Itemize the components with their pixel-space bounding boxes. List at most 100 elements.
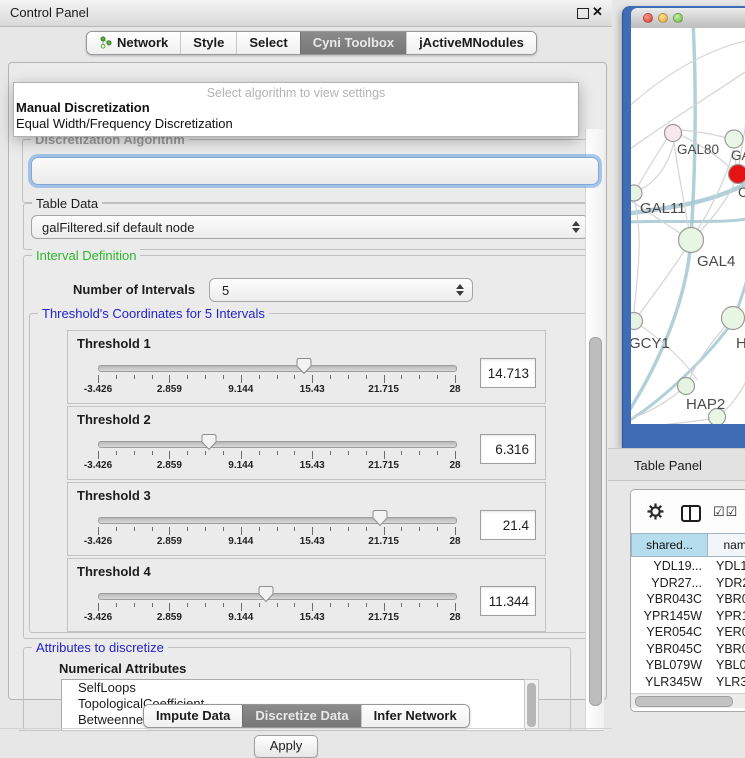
- network-node[interactable]: [725, 130, 743, 148]
- attribute-item-selfloops[interactable]: SelfLoops: [62, 680, 525, 696]
- tab-infer-network[interactable]: Infer Network: [361, 705, 469, 727]
- slider-ticks: [98, 451, 455, 460]
- panel-scrollbar-thumb[interactable]: [589, 337, 602, 706]
- tab-discretize-data[interactable]: Discretize Data: [242, 705, 360, 727]
- viewport-divider: [19, 730, 604, 731]
- cell-name[interactable]: YBR045C: [708, 641, 745, 658]
- network-node[interactable]: [678, 378, 695, 395]
- threshold-value-field[interactable]: 11.344: [480, 586, 536, 616]
- table-hscrollbar[interactable]: [631, 693, 745, 708]
- number-of-intervals-combobox[interactable]: 5: [209, 278, 473, 302]
- cell-name[interactable]: YPR145W: [708, 608, 745, 625]
- panel-bottom-edge: [0, 728, 612, 729]
- table-data-title: Table Data: [32, 196, 102, 211]
- cell-shared-name[interactable]: YBL079W: [631, 657, 708, 674]
- cell-name[interactable]: YBR043C: [708, 591, 745, 608]
- apply-button[interactable]: Apply: [254, 735, 318, 758]
- node-label-gal4: GAL4: [697, 253, 735, 270]
- algorithm-combobox[interactable]: [31, 157, 599, 185]
- cell-shared-name[interactable]: YDL19...: [631, 558, 708, 575]
- tab-label: Style: [193, 35, 224, 50]
- slider-track[interactable]: [98, 365, 457, 372]
- network-edge: [634, 135, 669, 194]
- tab-select[interactable]: Select: [236, 32, 299, 54]
- minimize-traffic-light[interactable]: [658, 13, 668, 23]
- table-row[interactable]: YDR27...YDR27: [631, 575, 745, 592]
- cell-name[interactable]: YLR345W: [708, 674, 745, 691]
- gear-icon[interactable]: [647, 503, 664, 523]
- algorithm-option-manual[interactable]: Manual Discretization: [14, 100, 578, 116]
- table-row[interactable]: YBR043CYBR043C: [631, 591, 745, 608]
- cell-shared-name[interactable]: YPR145W: [631, 608, 708, 625]
- combo-stepper-icon: [456, 284, 464, 296]
- cell-shared-name[interactable]: YBR043C: [631, 591, 708, 608]
- cell-name[interactable]: YDL19: [708, 558, 745, 575]
- select-columns-icon[interactable]: ☑☑: [713, 504, 738, 520]
- table-row[interactable]: YLR345WYLR345W: [631, 674, 745, 691]
- node-table: ☑☑ shared... name YDL19...YDL19YDR27...Y…: [630, 489, 745, 712]
- threshold-value-field[interactable]: 21.4: [480, 510, 536, 540]
- cell-name[interactable]: YDR27: [708, 575, 745, 592]
- zoom-traffic-light[interactable]: [673, 13, 683, 23]
- table-row[interactable]: YPR145WYPR145W: [631, 608, 745, 625]
- network-node[interactable]: [665, 125, 682, 142]
- close-traffic-light[interactable]: [643, 13, 653, 23]
- table-row[interactable]: YER054CYER054C: [631, 624, 745, 641]
- attributes-scrollbar-thumb[interactable]: [527, 683, 536, 727]
- network-view-window[interactable]: GAL80GALCGAL11GAL4GCY1HHAP2: [622, 6, 745, 448]
- table-row[interactable]: YDL19...YDL19: [631, 558, 745, 575]
- slider-track[interactable]: [98, 517, 457, 524]
- slider-track[interactable]: [98, 593, 457, 600]
- cell-name[interactable]: YBL079W: [708, 657, 745, 674]
- table-hscrollbar-thumb[interactable]: [635, 696, 733, 707]
- threshold-value-field[interactable]: 6.316: [480, 434, 536, 464]
- cell-shared-name[interactable]: YBR045C: [631, 641, 708, 658]
- slider-thumb[interactable]: [201, 433, 217, 451]
- tab-network[interactable]: Network: [87, 32, 180, 54]
- tab-cyni-toolbox[interactable]: Cyni Toolbox: [300, 32, 406, 54]
- threshold-value-field[interactable]: 14.713: [480, 358, 536, 388]
- column-header-shared-name[interactable]: shared...: [631, 533, 708, 557]
- panel-scrollbar[interactable]: [585, 129, 604, 730]
- network-window-titlebar[interactable]: [631, 8, 745, 29]
- cell-shared-name[interactable]: YER054C: [631, 624, 708, 641]
- slider-thumb[interactable]: [296, 357, 312, 375]
- float-window-icon[interactable]: [577, 8, 589, 19]
- table-row[interactable]: YBR045CYBR045C: [631, 641, 745, 658]
- network-node[interactable]: [631, 185, 642, 201]
- table-data-combobox[interactable]: galFiltered.sif default node: [31, 215, 589, 239]
- control-panel-title: Control Panel: [10, 5, 89, 20]
- cell-shared-name[interactable]: YLR345W: [631, 674, 708, 691]
- table-toolbar: ☑☑: [631, 490, 745, 532]
- network-node[interactable]: [722, 307, 745, 330]
- algorithm-option-equal-width[interactable]: Equal Width/Frequency Discretization: [14, 116, 578, 132]
- slider-thumb[interactable]: [258, 585, 274, 603]
- slider-thumb[interactable]: [372, 509, 388, 527]
- tab-label: Impute Data: [156, 708, 230, 723]
- tab-impute-data[interactable]: Impute Data: [144, 705, 242, 727]
- network-node[interactable]: [631, 313, 643, 330]
- threshold-label: Threshold 1: [77, 336, 151, 351]
- node-label-gal: GAL: [731, 148, 745, 163]
- network-canvas[interactable]: GAL80GALCGAL11GAL4GCY1HHAP2: [631, 28, 745, 424]
- table-row[interactable]: YBL079WYBL079W: [631, 657, 745, 674]
- network-node[interactable]: [679, 228, 704, 253]
- network-node[interactable]: [729, 165, 745, 184]
- tab-jactivemnodules[interactable]: jActiveMNodules: [406, 32, 536, 54]
- network-graph: GAL80GALCGAL11GAL4GCY1HHAP2: [631, 28, 745, 424]
- slider-track[interactable]: [98, 441, 457, 448]
- table-panel-titlebar: Table Panel: [608, 448, 745, 481]
- tab-style[interactable]: Style: [180, 32, 236, 54]
- cell-shared-name[interactable]: YDR27...: [631, 575, 708, 592]
- close-icon[interactable]: ✕: [592, 4, 603, 20]
- node-label-gal11: GAL11: [640, 200, 686, 217]
- column-layout-icon[interactable]: [681, 505, 701, 522]
- column-header-name[interactable]: name: [708, 533, 745, 557]
- table-panel-title: Table Panel: [634, 458, 702, 473]
- cell-name[interactable]: YER054C: [708, 624, 745, 641]
- node-label-gcy1: GCY1: [631, 335, 670, 352]
- attributes-scrollbar[interactable]: [524, 679, 539, 729]
- algorithm-hint-option[interactable]: Select algorithm to view settings: [14, 86, 578, 100]
- slider-ticks: [98, 375, 455, 384]
- threshold-1-panel: Threshold 1 -3.4262.8599.14415.4321.7152…: [67, 330, 546, 404]
